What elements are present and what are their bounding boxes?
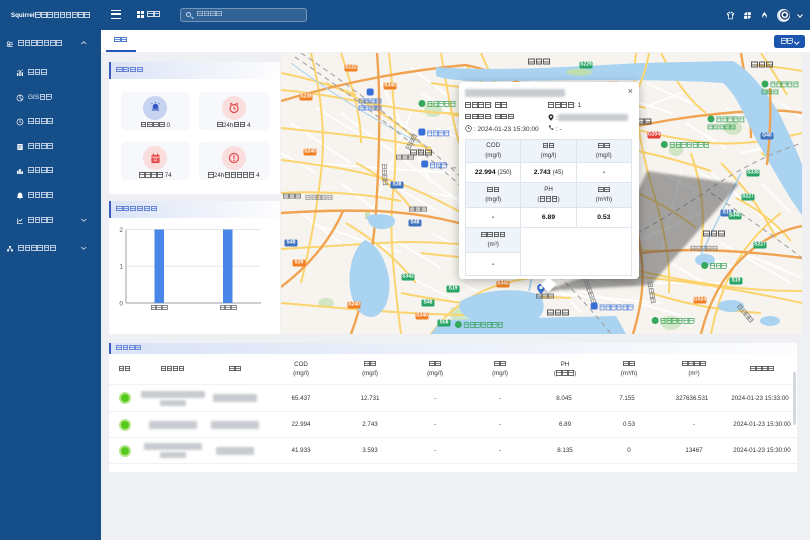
svg-text:2: 2 (119, 227, 123, 234)
svg-text:1: 1 (119, 264, 123, 271)
svg-text:0: 0 (119, 301, 123, 308)
